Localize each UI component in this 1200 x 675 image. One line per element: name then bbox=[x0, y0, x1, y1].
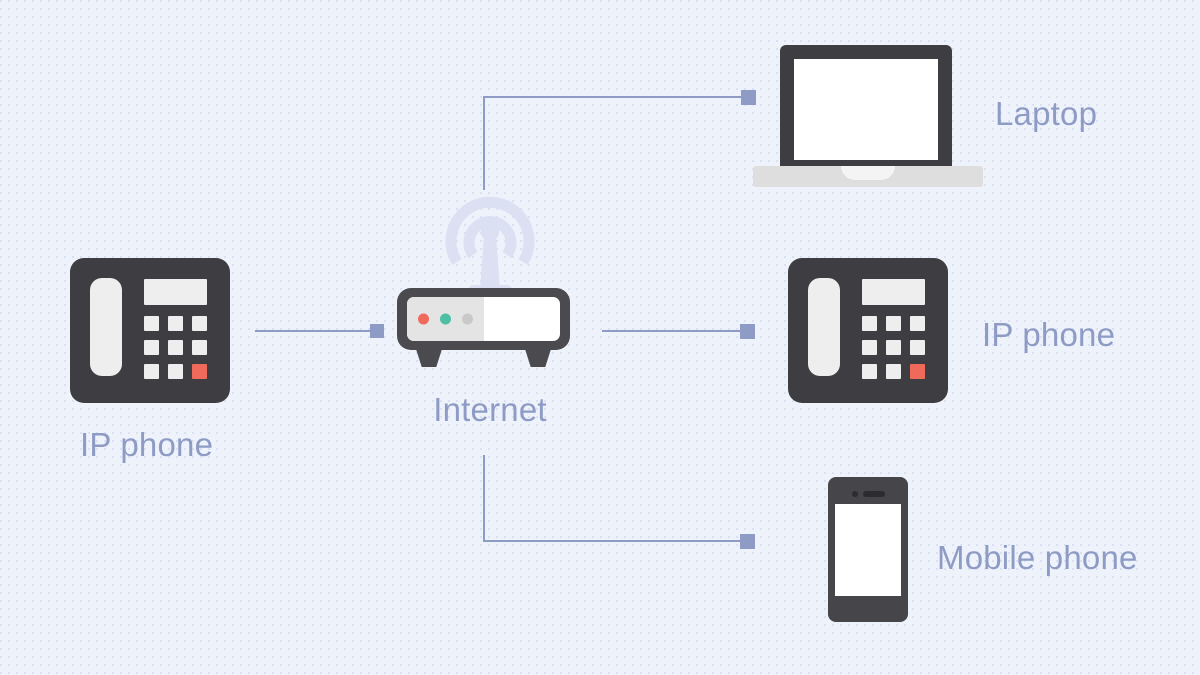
phone-handset bbox=[808, 278, 840, 376]
phone-keypad bbox=[862, 316, 925, 379]
keypad-key bbox=[168, 364, 183, 379]
power-led bbox=[418, 313, 429, 325]
mobile-screen bbox=[835, 504, 901, 596]
label-mobile-phone: Mobile phone bbox=[937, 539, 1138, 576]
keypad-key bbox=[144, 316, 159, 331]
label-laptop: Laptop bbox=[995, 95, 1098, 132]
link-ipphone-left-to-router bbox=[255, 324, 384, 338]
phone-keypad bbox=[144, 316, 207, 379]
keypad-key bbox=[910, 316, 925, 331]
keypad-key bbox=[144, 340, 159, 355]
keypad-key bbox=[886, 340, 901, 355]
keypad-key bbox=[862, 316, 877, 331]
keypad-key-accent bbox=[910, 364, 925, 379]
antenna-icon bbox=[440, 185, 540, 297]
node-ip-phone-right[interactable] bbox=[788, 258, 948, 403]
link-router-to-laptop bbox=[483, 90, 756, 190]
laptop-trackpad-notch bbox=[841, 166, 895, 180]
router-led-group bbox=[418, 313, 473, 325]
keypad-key bbox=[192, 340, 207, 355]
router-chassis bbox=[397, 288, 570, 350]
keypad-key bbox=[886, 316, 901, 331]
router-front-panel bbox=[407, 297, 560, 341]
router-icon bbox=[397, 185, 583, 367]
label-ip-phone-left: IP phone bbox=[80, 426, 214, 463]
router-foot-right bbox=[525, 349, 551, 367]
network-diagram-canvas: IP phone Internet Laptop IP phone Mobile… bbox=[0, 0, 1200, 675]
link-router-to-ipphone-right bbox=[602, 324, 755, 339]
link-router-to-mobile-phone bbox=[483, 455, 755, 549]
laptop-lid bbox=[780, 45, 952, 170]
keypad-key bbox=[192, 316, 207, 331]
node-laptop[interactable] bbox=[753, 45, 983, 190]
label-ip-phone-right: IP phone bbox=[982, 316, 1116, 353]
node-mobile-phone[interactable] bbox=[828, 477, 908, 622]
activity-led bbox=[462, 313, 473, 325]
ip-phone-icon bbox=[70, 258, 230, 403]
keypad-key bbox=[862, 340, 877, 355]
keypad-key bbox=[886, 364, 901, 379]
earpiece-speaker-icon bbox=[863, 491, 885, 497]
keypad-key bbox=[168, 340, 183, 355]
status-led bbox=[440, 313, 451, 325]
phone-display bbox=[144, 279, 207, 305]
keypad-key bbox=[168, 316, 183, 331]
router-foot-left bbox=[416, 349, 442, 367]
node-ip-phone-left[interactable] bbox=[70, 258, 230, 403]
laptop-icon bbox=[753, 45, 983, 190]
label-router: Internet bbox=[433, 391, 547, 428]
front-camera-icon bbox=[852, 491, 858, 497]
keypad-key bbox=[862, 364, 877, 379]
keypad-key-accent bbox=[192, 364, 207, 379]
laptop-screen bbox=[794, 59, 938, 160]
node-router[interactable] bbox=[397, 185, 583, 367]
mobile-phone-icon bbox=[828, 477, 908, 622]
keypad-key bbox=[910, 340, 925, 355]
phone-handset bbox=[90, 278, 122, 376]
keypad-key bbox=[144, 364, 159, 379]
phone-display bbox=[862, 279, 925, 305]
ip-phone-icon bbox=[788, 258, 948, 403]
